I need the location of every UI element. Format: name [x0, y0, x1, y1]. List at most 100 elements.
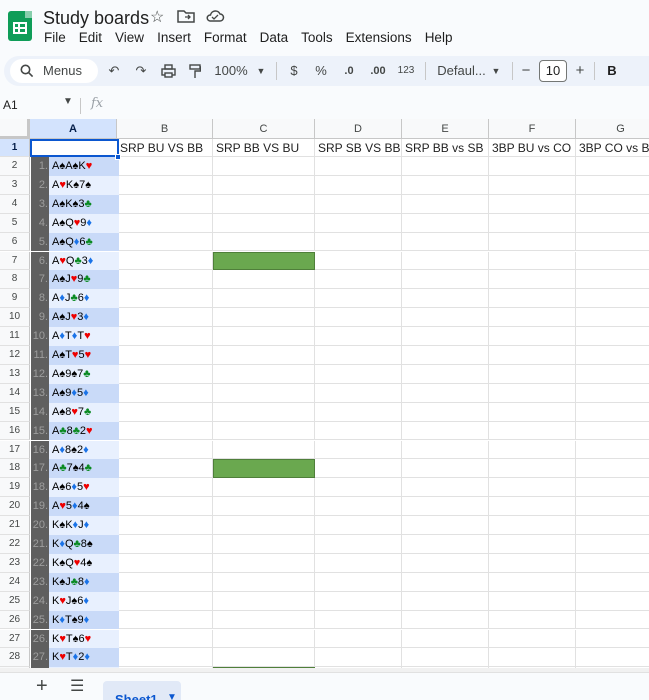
cell-b22[interactable] — [117, 535, 213, 554]
cell-d19[interactable] — [315, 478, 402, 498]
header-cell-d[interactable]: SRP SB VS BB — [315, 139, 402, 157]
row-header-13[interactable]: 13 — [0, 364, 30, 384]
cell-f21[interactable] — [489, 516, 576, 535]
cell-e21[interactable] — [402, 516, 489, 535]
sheets-logo-icon[interactable] — [8, 11, 32, 41]
sheet-tab[interactable]: Sheet1 ▼ — [103, 681, 181, 700]
cell-d23[interactable] — [315, 553, 402, 573]
bold-button[interactable]: B — [605, 56, 619, 86]
sheet-grid[interactable]: ABCDEFG 1 SRP BU VS BB SRP BB VS BU SRP SB … — [0, 119, 649, 672]
cell-e2[interactable] — [402, 157, 489, 176]
cell-e17[interactable] — [402, 440, 489, 460]
row-header-18[interactable]: 18 — [0, 459, 30, 479]
cell-c8[interactable] — [213, 270, 315, 290]
cell-d13[interactable] — [315, 364, 402, 384]
cell-c10[interactable] — [213, 308, 315, 328]
cell-e11[interactable] — [402, 327, 489, 346]
cell-e16[interactable] — [402, 421, 489, 441]
cell-g28[interactable] — [576, 648, 649, 668]
cell-b23[interactable] — [117, 553, 213, 573]
cell-f10[interactable] — [489, 308, 576, 328]
zoom-select[interactable]: 100% — [214, 56, 248, 86]
row-header-1[interactable]: 1 — [0, 139, 30, 157]
cell-f14[interactable] — [489, 383, 576, 403]
menu-tools[interactable]: Tools — [301, 29, 333, 47]
cell-b9[interactable] — [117, 289, 213, 309]
board-cell-a4[interactable]: 3. A♠K♠3♣ — [31, 194, 119, 214]
cell-g17[interactable] — [576, 441, 649, 460]
menu-edit[interactable]: Edit — [79, 29, 102, 47]
row-header-20[interactable]: 20 — [0, 497, 30, 517]
cell-d25[interactable] — [315, 591, 402, 611]
cell-f27[interactable] — [489, 629, 576, 649]
cell-f8[interactable] — [489, 270, 576, 290]
cell-d16[interactable] — [315, 421, 402, 441]
row-header-5[interactable]: 5 — [0, 213, 30, 233]
board-cell-a5[interactable]: 4. A♠Q♥9♦ — [31, 213, 119, 233]
cell-e25[interactable] — [402, 591, 489, 611]
row-header-15[interactable]: 15 — [0, 402, 30, 422]
row-header-9[interactable]: 9 — [0, 289, 30, 309]
cell-d22[interactable] — [315, 535, 402, 554]
board-cell-a27[interactable]: 26. K♥T♠6♥ — [31, 629, 119, 649]
cell-c9[interactable] — [213, 289, 315, 309]
row-header-22[interactable]: 22 — [0, 535, 30, 554]
cell-c26[interactable] — [213, 610, 315, 630]
cell-c16[interactable] — [213, 421, 315, 441]
cell-g11[interactable] — [576, 327, 649, 346]
cell-f6[interactable] — [489, 232, 576, 252]
row-header-16[interactable]: 16 — [0, 421, 30, 441]
cell-e20[interactable] — [402, 497, 489, 517]
cell-f12[interactable] — [489, 346, 576, 365]
cell-f3[interactable] — [489, 175, 576, 195]
cell-b21[interactable] — [117, 516, 213, 535]
add-sheet-icon[interactable]: + — [36, 676, 48, 696]
cell-f16[interactable] — [489, 421, 576, 441]
column-header-a[interactable]: A — [30, 119, 117, 139]
board-cell-a22[interactable]: 21. K♦Q♣8♠ — [31, 535, 119, 554]
font-caret-icon[interactable]: ▼ — [491, 56, 501, 86]
cell-g4[interactable] — [576, 195, 649, 214]
cell-d26[interactable] — [315, 610, 402, 630]
row-header-12[interactable]: 12 — [0, 346, 30, 365]
cell-e7[interactable] — [402, 251, 489, 271]
cell-b25[interactable] — [117, 591, 213, 611]
increase-font-size-button[interactable]: + — [573, 56, 587, 86]
font-size-input[interactable]: 10 — [539, 60, 567, 82]
cell-e22[interactable] — [402, 535, 489, 554]
cell-g12[interactable] — [576, 346, 649, 365]
menu-extensions[interactable]: Extensions — [346, 29, 412, 47]
cell-g22[interactable] — [576, 535, 649, 554]
cell-g13[interactable] — [576, 365, 649, 384]
cell-c5[interactable] — [213, 213, 315, 233]
cell-g6[interactable] — [576, 233, 649, 252]
undo-icon[interactable]: ↶ — [104, 56, 124, 86]
cell-e28[interactable] — [402, 648, 489, 668]
cell-d9[interactable] — [315, 289, 402, 309]
cell-d8[interactable] — [315, 270, 402, 290]
cell-c25[interactable] — [213, 591, 315, 611]
cell-b24[interactable] — [117, 572, 213, 592]
board-cell-a9[interactable]: 8. A♦J♣6♦ — [31, 289, 119, 309]
cell-g24[interactable] — [576, 573, 649, 592]
cell-f24[interactable] — [489, 572, 576, 592]
select-all-corner[interactable] — [0, 119, 30, 139]
increase-decimal-button[interactable]: .00 — [366, 56, 390, 86]
cell-b27[interactable] — [117, 629, 213, 649]
cell-g5[interactable] — [576, 214, 649, 233]
decrease-font-size-button[interactable]: − — [519, 56, 533, 86]
cloud-status-icon[interactable] — [205, 8, 225, 30]
cell-f20[interactable] — [489, 497, 576, 517]
cell-b3[interactable] — [117, 175, 213, 195]
cell-f5[interactable] — [489, 213, 576, 233]
header-cell-f[interactable]: 3BP BU vs CO — [489, 139, 576, 157]
cell-g25[interactable] — [576, 592, 649, 611]
cell-c21[interactable] — [213, 516, 315, 535]
board-cell-a25[interactable]: 24. K♥J♠6♦ — [31, 591, 119, 611]
row-header-21[interactable]: 21 — [0, 516, 30, 535]
cell-d24[interactable] — [315, 572, 402, 592]
column-header-b[interactable]: B — [117, 119, 213, 139]
cell-d2[interactable] — [315, 157, 402, 176]
name-box[interactable]: A1 — [3, 97, 18, 113]
cell-g3[interactable] — [576, 176, 649, 195]
